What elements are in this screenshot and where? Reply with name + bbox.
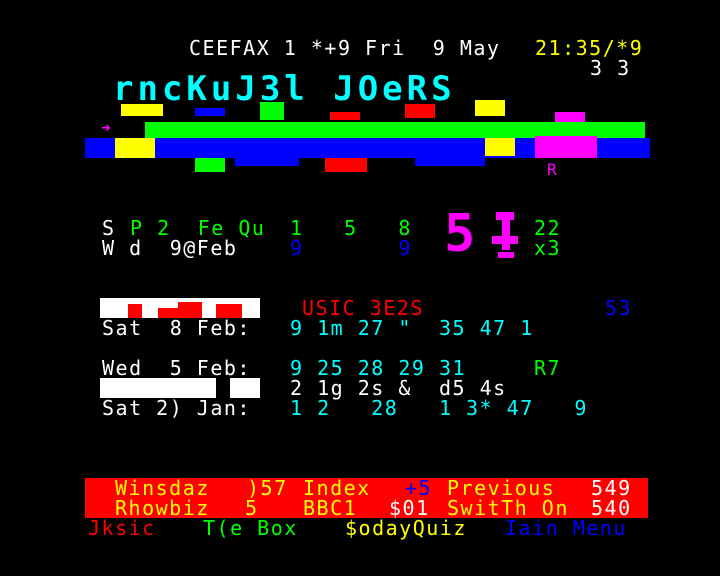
result-extra: R7 <box>534 356 562 380</box>
fastext-red[interactable]: Jksic <box>88 518 156 538</box>
big-digit-graphic <box>492 212 518 258</box>
footer-page-num[interactable]: $01 <box>389 498 430 518</box>
footer-link-rhowbiz[interactable]: Rhowbiz <box>115 498 210 518</box>
footer-page-num[interactable]: +5 <box>405 478 432 498</box>
fastext-yellow[interactable]: $odayQuiz <box>345 518 467 538</box>
footer-link-switch-on[interactable]: SwitTh On <box>447 498 569 518</box>
footer-page-num[interactable]: 5 <box>245 498 259 518</box>
footer-nav: Winsdaz )57 Index +5 Previous 549 Rhowbi… <box>85 478 648 518</box>
result-values: 9 25 28 29 31 <box>290 356 467 380</box>
banner-title: rncKuJ3l JOeRS <box>113 69 456 109</box>
results-bar <box>100 298 260 318</box>
scores-row2-left: W d 9@Feb <box>102 236 238 260</box>
arrow-icon: ➜ <box>101 118 113 137</box>
clock: 21:35/*9 <box>535 36 644 60</box>
footer-link-previous[interactable]: Previous <box>447 478 555 498</box>
r-glyph: R <box>547 160 559 179</box>
fastext-blue[interactable]: Iain Menu <box>505 518 627 538</box>
footer-link-winsdaz[interactable]: Winsdaz <box>115 478 210 498</box>
result-values: 1 2 28 1 3* 47 9 <box>290 396 588 420</box>
fastext-green[interactable]: T(e Box <box>203 518 298 538</box>
scores-row1-left: S <box>102 216 116 240</box>
footer-page-num[interactable]: 549 <box>591 478 632 498</box>
scores-row1-mid: P 2 Fe Qu <box>130 216 266 240</box>
side-value-b: x3 <box>534 236 562 260</box>
scores-row2-nums: 9 9 <box>290 236 412 260</box>
big-number: 5 <box>444 204 477 264</box>
white-block <box>100 378 216 398</box>
at-glyph: @ <box>173 120 185 139</box>
result-values: 2 1g 2s & d5 4s <box>290 376 507 400</box>
white-block <box>230 378 260 398</box>
results-heading-num: 53 <box>605 296 633 320</box>
scores-row1-nums: 1 5 8 <box>290 216 412 240</box>
result-date: Sat 8 Feb: <box>102 316 251 340</box>
footer-page-num[interactable]: 540 <box>591 498 632 518</box>
banner-graphic: rncKuJ3l JOeRS ➜ @ W R <box>85 70 650 180</box>
footer-page-num[interactable]: )57 <box>247 478 288 498</box>
footer-link-bbc1[interactable]: BBC1 <box>303 498 357 518</box>
footer-link-index[interactable]: Index <box>303 478 371 498</box>
service-header: CEEFAX 1 *+9 Fri 9 May <box>189 36 501 60</box>
result-date: Wed 5 Feb: <box>102 356 251 380</box>
w-glyph: W <box>419 120 431 139</box>
side-value-a: 22 <box>534 216 562 240</box>
result-date: Sat 2) Jan: <box>102 396 251 420</box>
result-values: 9 1m 27 " 35 47 1 <box>290 316 534 340</box>
results-heading: USIC 3E2S <box>302 296 424 320</box>
